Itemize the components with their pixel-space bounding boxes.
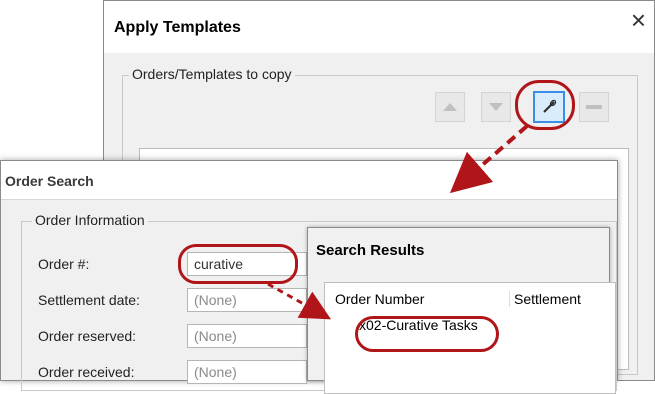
orders-templates-group-label: Orders/Templates to copy bbox=[129, 66, 295, 82]
order-reserved-label: Order reserved: bbox=[38, 328, 137, 344]
settlement-date-field[interactable]: (None) bbox=[187, 288, 307, 312]
settlement-date-label: Settlement date: bbox=[38, 292, 140, 308]
order-number-label: Order #: bbox=[38, 256, 90, 272]
apply-templates-title: Apply Templates bbox=[114, 19, 241, 36]
down-arrow-icon bbox=[489, 103, 503, 111]
move-up-button[interactable] bbox=[435, 92, 465, 122]
order-number-callout bbox=[178, 244, 298, 284]
order-reserved-field[interactable]: (None) bbox=[187, 324, 307, 348]
order-search-titlebar: Order Search bbox=[1, 161, 617, 200]
column-header-settlement[interactable]: Settlement bbox=[509, 291, 581, 307]
apply-templates-titlebar: Apply Templates × bbox=[104, 1, 654, 53]
order-received-field[interactable]: (None) bbox=[187, 360, 307, 384]
search-results-panel: Search Results Order Number Settlement x… bbox=[307, 227, 616, 394]
result-row-callout bbox=[355, 316, 499, 352]
edit-button-callout bbox=[515, 80, 575, 130]
up-arrow-icon bbox=[443, 103, 457, 111]
move-down-button[interactable] bbox=[481, 92, 511, 122]
order-information-group-label: Order Information bbox=[32, 212, 148, 228]
order-search-title: Order Search bbox=[5, 173, 94, 189]
column-header-order-number[interactable]: Order Number bbox=[335, 291, 424, 307]
search-results-title: Search Results bbox=[316, 242, 425, 259]
order-received-label: Order received: bbox=[38, 364, 135, 380]
remove-dash-icon bbox=[586, 105, 602, 109]
close-icon[interactable]: × bbox=[631, 7, 646, 33]
remove-button[interactable] bbox=[579, 92, 609, 122]
